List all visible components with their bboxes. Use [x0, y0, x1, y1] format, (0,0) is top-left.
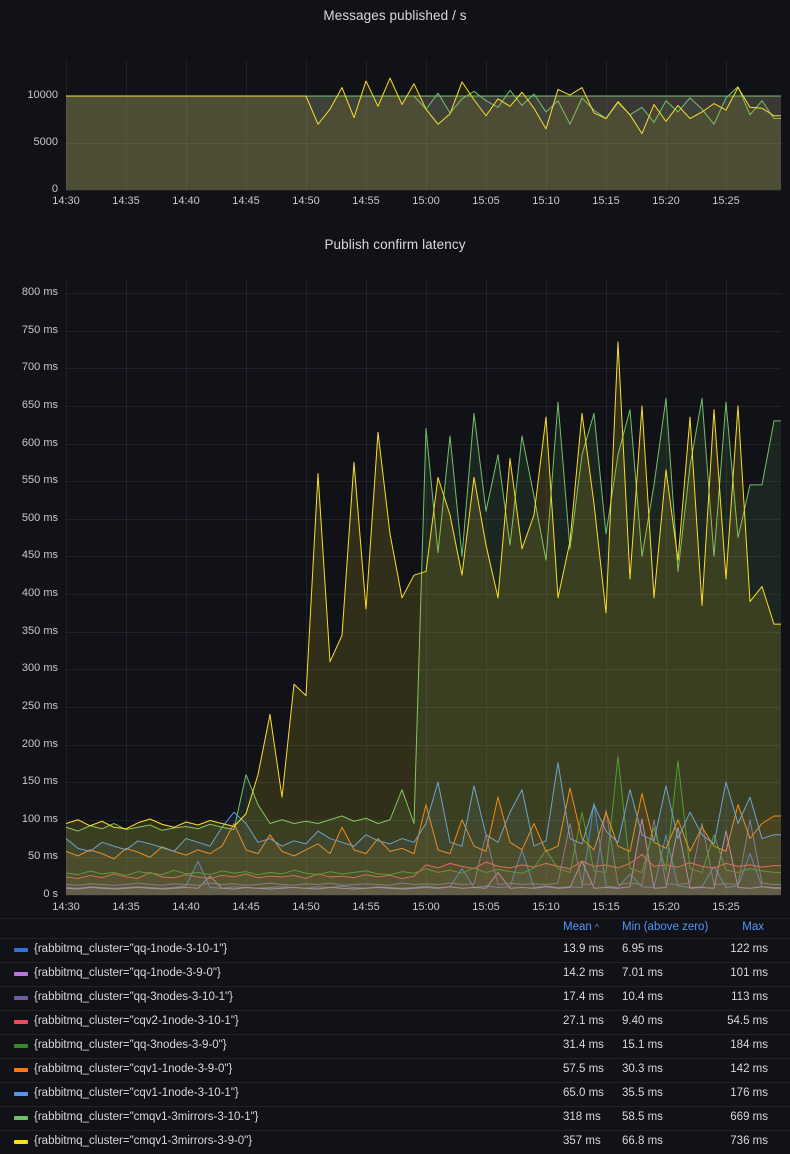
legend-row: {rabbitmq_cluster="qq-3nodes-3-10-1"} 17.…: [0, 986, 790, 1010]
legend-row: {rabbitmq_cluster="cmqv1-3mirrors-3-10-1…: [0, 1106, 790, 1130]
legend-mean-value: 57.5 ms: [563, 1063, 604, 1075]
legend-series-label[interactable]: {rabbitmq_cluster="qq-3nodes-3-10-1"}: [34, 991, 233, 1003]
legend-row: {rabbitmq_cluster="qq-1node-3-9-0"} 14.2 …: [0, 962, 790, 986]
legend-min-value: 66.8 ms: [622, 1135, 663, 1147]
legend-series-swatch[interactable]: [14, 1116, 28, 1120]
legend-header-label: Max: [742, 921, 764, 933]
legend-mean-value: 31.4 ms: [563, 1039, 604, 1051]
legend-max-value: 176 ms: [730, 1087, 768, 1099]
messages-panel-title[interactable]: Messages published / s: [0, 8, 790, 23]
legend-mean-value: 13.9 ms: [563, 943, 604, 955]
legend-min-value: 10.4 ms: [622, 991, 663, 1003]
legend-min-value: 30.3 ms: [622, 1063, 663, 1075]
legend-row: {rabbitmq_cluster="cqv1-1node-3-9-0"} 57.…: [0, 1058, 790, 1082]
legend-series-swatch[interactable]: [14, 948, 28, 952]
legend-series-swatch[interactable]: [14, 1044, 28, 1048]
legend-row: {rabbitmq_cluster="qq-3nodes-3-9-0"} 31.4…: [0, 1034, 790, 1058]
legend-series-label[interactable]: {rabbitmq_cluster="cqv2-1node-3-10-1"}: [34, 1015, 239, 1027]
legend-max-value: 101 ms: [730, 967, 768, 979]
legend-series-label[interactable]: {rabbitmq_cluster="qq-1node-3-10-1"}: [34, 943, 227, 955]
legend-max-value: 122 ms: [730, 943, 768, 955]
legend-max-value: 142 ms: [730, 1063, 768, 1075]
legend-mean-value: 17.4 ms: [563, 991, 604, 1003]
legend-mean-value: 14.2 ms: [563, 967, 604, 979]
legend-series-swatch[interactable]: [14, 1092, 28, 1096]
legend-series-swatch[interactable]: [14, 1068, 28, 1072]
legend-row: {rabbitmq_cluster="cmqv1-3mirrors-3-9-0"…: [0, 1130, 790, 1154]
legend-max-value: 736 ms: [730, 1135, 768, 1147]
legend-sort-mean[interactable]: Mean^: [563, 921, 599, 933]
legend-series-swatch[interactable]: [14, 972, 28, 976]
legend-series-swatch[interactable]: [14, 1020, 28, 1024]
legend-min-value: 7.01 ms: [622, 967, 663, 979]
legend-max-value: 669 ms: [730, 1111, 768, 1123]
legend-series-label[interactable]: {rabbitmq_cluster="cqv1-1node-3-10-1"}: [34, 1087, 239, 1099]
legend-series-swatch[interactable]: [14, 996, 28, 1000]
legend-mean-value: 27.1 ms: [563, 1015, 604, 1027]
legend-sort-max[interactable]: Max: [742, 921, 764, 933]
legend-sort-min[interactable]: Min (above zero): [622, 921, 708, 933]
legend-min-value: 9.40 ms: [622, 1015, 663, 1027]
legend-series-label[interactable]: {rabbitmq_cluster="cqv1-1node-3-9-0"}: [34, 1063, 232, 1075]
legend-min-value: 6.95 ms: [622, 943, 663, 955]
legend-series-label[interactable]: {rabbitmq_cluster="qq-3nodes-3-9-0"}: [34, 1039, 227, 1051]
legend-series-label[interactable]: {rabbitmq_cluster="cmqv1-3mirrors-3-9-0"…: [34, 1135, 252, 1147]
legend-series-label[interactable]: {rabbitmq_cluster="cmqv1-3mirrors-3-10-1…: [34, 1111, 259, 1123]
grafana-dashboard: { "panels": { "messages": { "title": "Me…: [0, 0, 790, 1144]
legend-min-value: 58.5 ms: [622, 1111, 663, 1123]
legend-series-label[interactable]: {rabbitmq_cluster="qq-1node-3-9-0"}: [34, 967, 221, 979]
legend-row: {rabbitmq_cluster="qq-1node-3-10-1"} 13.9…: [0, 938, 790, 962]
legend-mean-value: 357 ms: [563, 1135, 601, 1147]
legend-series-swatch[interactable]: [14, 1140, 28, 1144]
sort-ascending-icon: ^: [595, 922, 599, 932]
legend-max-value: 54.5 ms: [727, 1015, 768, 1027]
legend-max-value: 184 ms: [730, 1039, 768, 1051]
legend-header-row: Mean^ Min (above zero) Max: [0, 918, 790, 938]
legend-min-value: 15.1 ms: [622, 1039, 663, 1051]
legend-min-value: 35.5 ms: [622, 1087, 663, 1099]
legend-header-label: Min (above zero): [622, 921, 708, 933]
legend-row: {rabbitmq_cluster="cqv1-1node-3-10-1"} 65…: [0, 1082, 790, 1106]
legend-max-value: 113 ms: [731, 991, 768, 1003]
legend-table: {rabbitmq_cluster="qq-1node-3-10-1"} 13.9…: [0, 938, 790, 1154]
legend-row: {rabbitmq_cluster="cqv2-1node-3-10-1"} 27…: [0, 1010, 790, 1034]
legend-header-label: Mean: [563, 921, 592, 933]
latency-panel-title[interactable]: Publish confirm latency: [0, 237, 790, 252]
legend-mean-value: 318 ms: [563, 1111, 601, 1123]
legend-mean-value: 65.0 ms: [563, 1087, 604, 1099]
